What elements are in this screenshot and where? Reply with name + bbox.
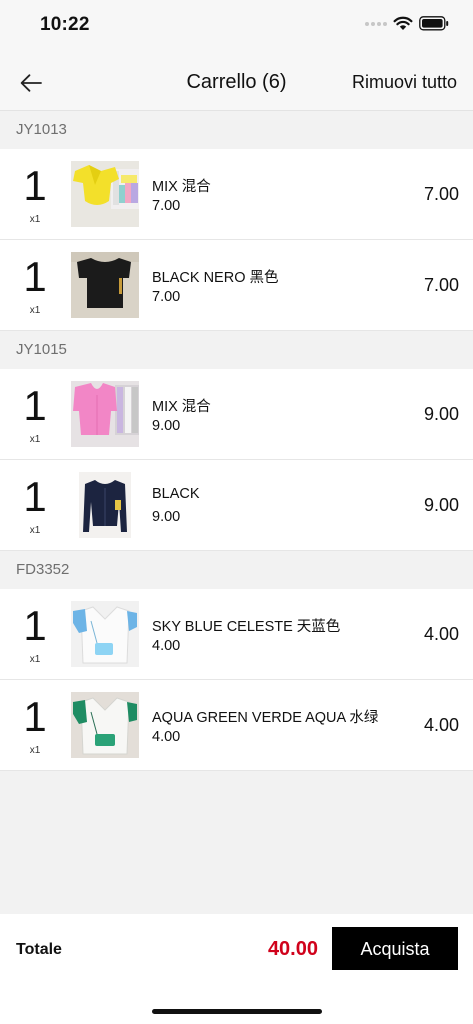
checkout-footer: Totale 40.00 Acquista [0, 914, 473, 1024]
item-quantity: 1 [23, 253, 47, 300]
group-header: JY1013 [0, 111, 473, 149]
item-unit-price: 4.00 [152, 729, 181, 745]
item-multiplier: x1 [29, 745, 41, 756]
group-header: FD3352 [0, 551, 473, 589]
item-quantity: 1 [23, 162, 47, 209]
black-top-image [71, 252, 139, 318]
item-multiplier: x1 [29, 434, 41, 445]
item-unit-price: 7.00 [152, 198, 181, 214]
item-quantity: 1 [23, 382, 47, 429]
item-total: 4.00 [423, 624, 459, 644]
battery-icon [419, 16, 449, 31]
wifi-icon [393, 16, 413, 30]
item-multiplier: x1 [29, 654, 41, 665]
item-name: AQUA GREEN VERDE AQUA 水绿 [152, 710, 379, 726]
item-name: MIX 混合 [152, 179, 211, 195]
item-name: MIX 混合 [152, 399, 211, 415]
home-indicator[interactable] [152, 1009, 322, 1014]
item-quantity: 1 [23, 693, 47, 740]
group-header: JY1015 [0, 331, 473, 369]
item-unit-price: 7.00 [152, 289, 181, 305]
aqua-green-set-image [71, 692, 139, 758]
item-total: 9.00 [423, 495, 459, 515]
item-total: 7.00 [423, 275, 459, 295]
item-name: BLACK [152, 486, 200, 502]
sky-blue-set-image [71, 601, 139, 667]
item-unit-price: 9.00 [152, 418, 181, 434]
total-value: 40.00 [267, 938, 318, 960]
item-name: BLACK NERO 黑色 [152, 270, 279, 286]
item-multiplier: x1 [29, 525, 41, 536]
item-total: 7.00 [423, 184, 459, 204]
total-label: Totale [16, 941, 62, 958]
item-quantity: 1 [23, 473, 47, 520]
status-icons [365, 16, 449, 31]
cart-item[interactable]: 1 x1 MIX 混合 9.00 9.00 [0, 369, 473, 460]
item-multiplier: x1 [29, 305, 41, 316]
yellow-crop-top-image [71, 161, 139, 227]
pink-cardigan-image [71, 381, 139, 447]
item-name: SKY BLUE CELESTE 天蓝色 [152, 619, 341, 635]
remove-all-button[interactable]: Rimuovi tutto [352, 72, 457, 93]
cart-item[interactable]: 1 x1 AQUA GREEN VERDE AQUA 水绿 4.00 4.00 [0, 680, 473, 771]
item-unit-price: 9.00 [152, 509, 181, 525]
item-quantity: 1 [23, 602, 47, 649]
cart-item[interactable]: 1 x1 SKY BLUE CELESTE 天蓝色 4.00 4.00 [0, 589, 473, 680]
navy-cardigan-image [71, 472, 139, 538]
item-multiplier: x1 [29, 214, 41, 225]
item-total: 9.00 [423, 404, 459, 424]
nav-bar: Carrello (6) Rimuovi tutto [0, 52, 473, 111]
cart-item[interactable]: 1 x1 MIX 混合 7.00 7.00 [0, 149, 473, 240]
cart-item[interactable]: 1 x1 BLACK 9.00 9.00 [0, 460, 473, 551]
cart-item[interactable]: 1 x1 BLACK NERO 黑色 7.00 7.00 [0, 240, 473, 331]
cart-list: JY1013 1 x1 MIX 混合 7.00 7.00 1 x1 BLACK … [0, 111, 473, 771]
item-total: 4.00 [423, 715, 459, 735]
item-unit-price: 4.00 [152, 638, 181, 654]
signal-dots-icon [365, 21, 387, 26]
status-time: 10:22 [40, 14, 90, 35]
status-bar: 10:22 [0, 0, 473, 52]
buy-button[interactable]: Acquista [332, 927, 458, 970]
